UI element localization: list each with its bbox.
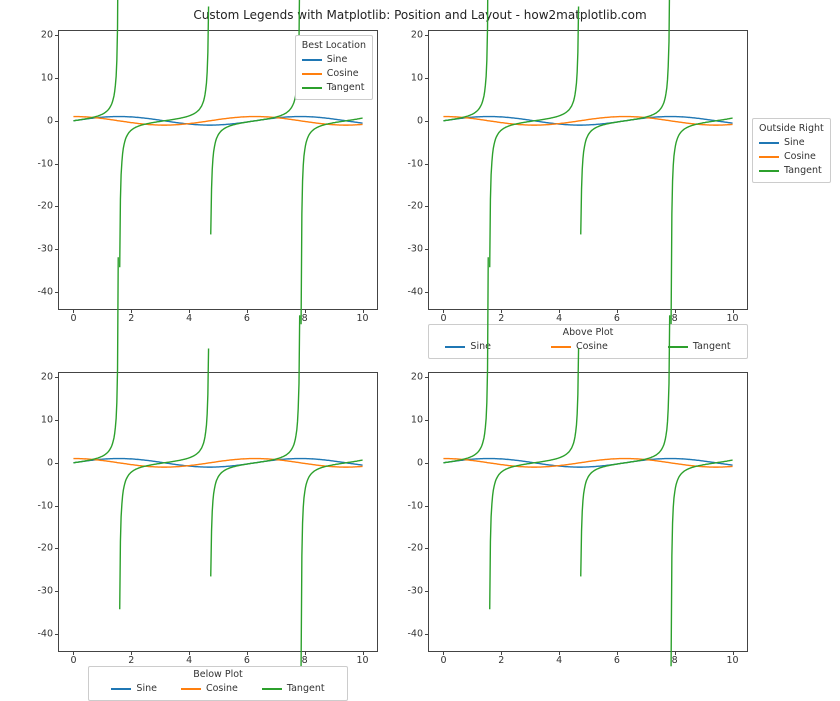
legend-entry: Sine [327, 53, 348, 67]
legend-title: Above Plot [431, 327, 745, 338]
legend-entry: Cosine [206, 682, 238, 696]
legend-entry: Tangent [287, 682, 325, 696]
axes-bottom-left: -40 -30 -20 -10 0 10 20 0 2 4 6 8 10 [58, 372, 378, 652]
legend-entry: Cosine [784, 150, 816, 164]
figure: Custom Legends with Matplotlib: Position… [0, 0, 840, 700]
plot-canvas [59, 373, 377, 651]
legend-entry: Sine [784, 136, 805, 150]
legend-below-plot: Below Plot Sine Cosine Tangent [88, 666, 348, 701]
legend-title: Below Plot [93, 669, 343, 680]
legend-best: Best Location Sine Cosine Tangent [295, 35, 373, 100]
plot-canvas [429, 373, 747, 651]
axes-top-right: -40 -30 -20 -10 0 10 20 0 2 4 6 8 10 [428, 30, 748, 310]
axes-bottom-right: -40 -30 -20 -10 0 10 20 0 2 4 6 8 10 [428, 372, 748, 652]
legend-above-plot: Above Plot Sine Cosine Tangent [428, 324, 748, 359]
figure-suptitle: Custom Legends with Matplotlib: Position… [0, 8, 840, 22]
legend-entry: Cosine [576, 340, 608, 354]
tangent-line [443, 0, 732, 324]
legend-title: Best Location [302, 40, 366, 51]
axes-top-left: -40 -30 -20 -10 0 10 20 0 2 4 6 8 10 Bes… [58, 30, 378, 310]
legend-entry: Tangent [693, 340, 731, 354]
legend-outside-right: Outside Right Sine Cosine Tangent [752, 118, 831, 183]
legend-entry: Tangent [327, 81, 365, 95]
legend-entry: Cosine [327, 67, 359, 81]
legend-entry: Tangent [784, 164, 822, 178]
legend-title: Outside Right [759, 123, 824, 134]
legend-entry: Sine [136, 682, 157, 696]
plot-canvas [429, 31, 747, 309]
